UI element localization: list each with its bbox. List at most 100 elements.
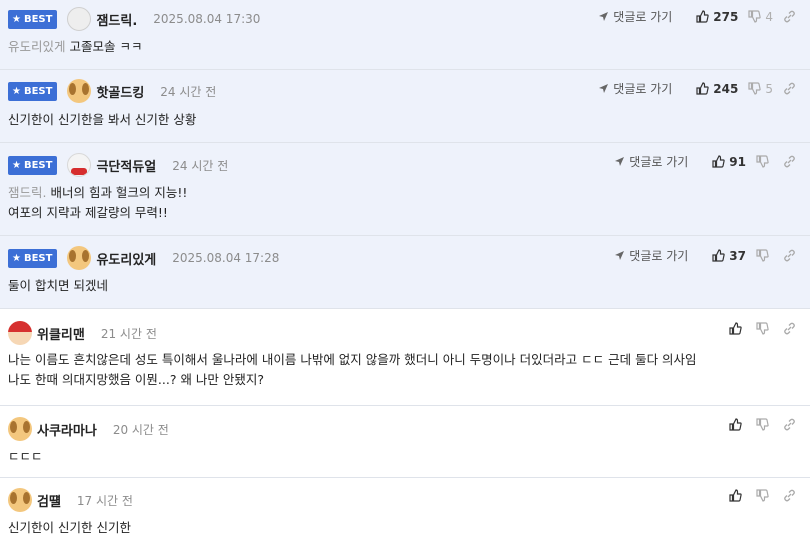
comment-line: 유도리있게 고졸모솔 ㅋㅋ (8, 39, 143, 54)
timestamp: 17 시간 전 (76, 493, 133, 508)
share-button[interactable] (783, 489, 800, 502)
link-icon (783, 82, 800, 95)
avatar[interactable] (8, 488, 32, 512)
thumbs-up-icon (712, 155, 729, 168)
comment-body: 유도리있게 고졸모솔 ㅋㅋ (8, 37, 143, 57)
send-icon (598, 83, 613, 94)
comment-body: 신기한이 신기한 신기한 (8, 518, 131, 538)
comment-header: ★ BEST 극단적듀얼 24 시간 전 (8, 153, 228, 177)
comment-actions (719, 418, 800, 431)
share-button[interactable] (783, 82, 800, 95)
upvote-button[interactable] (729, 418, 746, 431)
best-badge: ★ BEST (8, 9, 58, 29)
comment-body: 잼드릭. 배너의 힘과 헐크의 지능!! 여포의 지략과 제갈량의 무력!! (8, 183, 187, 223)
avatar[interactable] (8, 417, 32, 441)
thumbs-down-icon (756, 322, 773, 335)
comment-body: 신기한이 신기한을 봐서 신기한 상황 (8, 110, 196, 130)
mention[interactable]: 유도리있게 (8, 39, 66, 54)
timestamp: 2025.08.04 17:30 (153, 12, 261, 26)
reply-label: 댓글로 가기 (613, 10, 673, 24)
upvote-count: 245 (713, 81, 739, 96)
upvote-button[interactable] (729, 489, 746, 502)
comment-body: ㄷㄷㄷ (8, 447, 43, 467)
share-button[interactable] (783, 155, 800, 168)
comment-item: ★ BEST 잼드릭. 2025.08.04 17:30 댓글로 가기 275 4 (0, 0, 810, 70)
mention[interactable]: 잼드릭. (8, 185, 46, 200)
comment-header: 검떌 17 시간 전 (8, 488, 133, 512)
star-icon: ★ (12, 252, 21, 264)
upvote-button[interactable] (729, 322, 746, 335)
avatar[interactable] (67, 7, 92, 31)
downvote-button[interactable] (756, 418, 773, 431)
link-icon (783, 322, 800, 335)
link-icon (783, 10, 800, 23)
thumbs-up-icon (696, 82, 713, 95)
thumbs-up-icon (696, 10, 713, 23)
comment-actions (719, 489, 800, 502)
nickname[interactable]: 위클리맨 (37, 324, 85, 343)
comment-line: 여포의 지략과 제갈량의 무력!! (8, 205, 168, 220)
downvote-button[interactable] (756, 489, 773, 502)
nickname[interactable]: 검떌 (37, 491, 61, 510)
avatar[interactable] (67, 246, 92, 270)
comment-item: 사쿠라마나 20 시간 전 ㄷㄷㄷ (0, 406, 810, 478)
reply-link[interactable]: 댓글로 가기 (614, 247, 688, 264)
reply-label: 댓글로 가기 (629, 249, 689, 263)
comment-header: 사쿠라마나 20 시간 전 (8, 417, 169, 441)
star-icon: ★ (12, 85, 21, 97)
downvote-button[interactable]: 4 (748, 10, 773, 24)
upvote-count: 91 (729, 154, 746, 169)
comment-item: 위클리맨 21 시간 전 나는 이름도 흔치않은데 성도 특이해서 울나라에 내… (0, 309, 810, 406)
nickname[interactable]: 유도리있게 (96, 249, 156, 268)
thumbs-down-icon (748, 10, 765, 23)
upvote-button[interactable]: 275 (696, 10, 738, 24)
downvote-button[interactable] (756, 155, 773, 168)
best-badge: ★ BEST (8, 155, 58, 175)
downvote-button[interactable] (756, 322, 773, 335)
comment-actions (719, 322, 800, 335)
best-badge: ★ BEST (8, 81, 58, 101)
nickname[interactable]: 잼드릭. (96, 10, 137, 29)
timestamp: 24 시간 전 (172, 158, 229, 173)
upvote-button[interactable]: 245 (696, 82, 738, 96)
share-button[interactable] (783, 322, 800, 335)
thumbs-up-icon (712, 249, 729, 262)
thumbs-down-icon (756, 418, 773, 431)
comment-line: 신기한이 신기한을 봐서 신기한 상황 (8, 112, 197, 127)
reply-link[interactable]: 댓글로 가기 (598, 80, 672, 97)
star-icon: ★ (12, 13, 21, 25)
thumbs-down-icon (756, 155, 773, 168)
comment-line: 둘이 합치면 되겠네 (8, 278, 108, 293)
comment-list: ★ BEST 잼드릭. 2025.08.04 17:30 댓글로 가기 275 4 (0, 0, 810, 551)
nickname[interactable]: 사쿠라마나 (37, 420, 97, 439)
downvote-button[interactable] (756, 249, 773, 262)
timestamp: 21 시간 전 (100, 326, 157, 341)
upvote-button[interactable]: 91 (712, 155, 746, 169)
reply-link[interactable]: 댓글로 가기 (614, 153, 688, 170)
link-icon (783, 489, 800, 502)
share-button[interactable] (783, 249, 800, 262)
nickname[interactable]: 핫골드킹 (96, 82, 144, 101)
link-icon (783, 249, 800, 262)
reply-label: 댓글로 가기 (629, 155, 689, 169)
avatar[interactable] (8, 321, 32, 345)
avatar[interactable] (67, 153, 92, 177)
avatar[interactable] (67, 79, 92, 103)
upvote-count: 37 (729, 248, 746, 263)
share-button[interactable] (783, 10, 800, 23)
comment-item: ★BEST 핫골드킹 24 시간 전 댓글로 가기 245 5 신기한이 신기 (0, 70, 810, 143)
send-icon (614, 250, 629, 261)
reply-link[interactable]: 댓글로 가기 (598, 8, 672, 25)
thumbs-up-icon (729, 418, 746, 431)
comment-header: ★ BEST 잼드릭. 2025.08.04 17:30 (8, 7, 260, 31)
comment-actions: 댓글로 가기 37 (614, 247, 800, 264)
comment-line: 나는 이름도 흔치않은데 성도 특이해서 울나라에 내이름 나밖에 없지 않을까… (8, 352, 697, 367)
share-button[interactable] (783, 418, 800, 431)
nickname[interactable]: 극단적듀얼 (96, 156, 156, 175)
comment-header: ★ BEST 핫골드킹 24 시간 전 (8, 79, 216, 103)
thumbs-up-icon (729, 489, 746, 502)
downvote-button[interactable]: 5 (748, 82, 773, 96)
upvote-count: 275 (713, 9, 739, 24)
best-badge: ★ BEST (8, 248, 58, 268)
upvote-button[interactable]: 37 (712, 249, 746, 263)
